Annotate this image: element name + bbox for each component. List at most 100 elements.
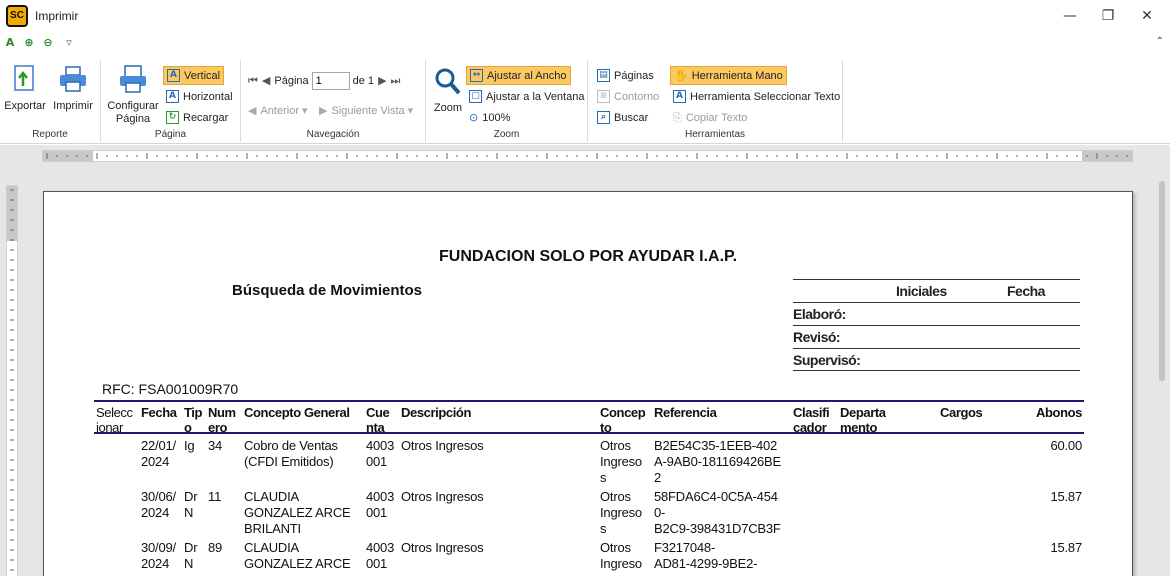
collapse-ribbon-icon[interactable]: ⌃	[1156, 36, 1164, 47]
group-navegacion: ⏮ ◀ Página de 1 ▶ ⏭ ◀Anterior▾ ▶Siguient…	[241, 60, 426, 142]
col-referencia: Referencia	[654, 405, 717, 420]
cell-concepto: Otros Ingreso s	[600, 489, 642, 536]
group-label-reporte: Reporte	[32, 129, 68, 140]
cell-concepto: Otros Ingreso	[600, 540, 642, 571]
group-herramientas: ▤ Páginas ≡ Contorno ⌕ Buscar ✋ Herramienta …	[588, 60, 843, 142]
cell-concepto-general: Cobro de Ventas (CFDI Emitidos)	[244, 438, 338, 469]
ajustar-ancho-button[interactable]: ↔ Ajustar al Ancho	[466, 66, 571, 85]
recargar-button[interactable]: ↻ Recargar	[163, 108, 231, 127]
group-zoom: Zoom ↔ Ajustar al Ancho ▢ Ajustar a la Ven…	[426, 60, 588, 142]
pagina-label: Página	[274, 74, 309, 87]
cell-numero: 34	[208, 438, 223, 453]
cell-concepto: Otros Ingreso s	[600, 438, 642, 485]
last-page-icon[interactable]: ⏭	[391, 74, 401, 88]
col-descripcion: Descripción	[401, 405, 472, 420]
cell-cuenta: 4003 001	[366, 489, 395, 520]
cell-referencia: B2E54C35-1EEB-402 A-9AB0-181169426BE 2	[654, 438, 781, 485]
cell-abonos: 15.87	[1050, 489, 1082, 504]
col-seleccionar: Selecc ionar	[96, 405, 133, 435]
signature-table: Iniciales Fecha Elaboró: Revisó: Supervi…	[793, 279, 1080, 371]
cell-descripcion: Otros Ingresos	[401, 489, 484, 504]
anterior-button[interactable]: ◀ Anterior ▾	[245, 101, 315, 120]
vertical-button[interactable]: A Vertical	[163, 66, 225, 85]
cell-fecha: 30/09/ 2024	[141, 540, 176, 571]
page-number-input[interactable]	[311, 71, 350, 90]
group-label-navegacion: Navegación	[306, 129, 360, 140]
fit-window-icon: ▢	[469, 90, 482, 103]
signature-reviso: Revisó:	[793, 325, 1080, 348]
app-logo: SC	[6, 5, 28, 27]
paginas-button[interactable]: ▤ Páginas	[594, 66, 657, 85]
zoom-out-icon[interactable]: ⊖	[41, 36, 55, 50]
first-page-icon[interactable]: ⏮	[248, 74, 258, 88]
col-concepto-general: Concepto General	[244, 405, 350, 420]
prev-page-icon[interactable]: ◀	[262, 74, 270, 87]
cell-fecha: 22/01/ 2024	[141, 438, 176, 469]
customize-qat-icon[interactable]: ▿	[62, 36, 76, 50]
col-numero: Num ero	[208, 405, 236, 435]
rfc-label: RFC: FSA001009R70	[102, 381, 239, 397]
contorno-button[interactable]: ≡ Contorno	[594, 87, 662, 106]
herramienta-seleccionar-button[interactable]: A Herramienta Seleccionar Texto	[670, 87, 843, 106]
zoom-100-icon: ⊙	[469, 111, 479, 124]
col-cargos: Cargos	[940, 405, 983, 420]
ruler-ticks	[10, 189, 14, 571]
pages-icon: ▤	[597, 69, 610, 82]
col-concepto: Concep to	[600, 405, 646, 435]
copiar-texto-button[interactable]: ⎘ Copiar Texto	[670, 108, 750, 127]
export-icon	[14, 65, 34, 91]
title-bar: SC Imprimir — ❐ ✕	[0, 0, 1170, 32]
reload-icon: ↻	[166, 111, 179, 124]
copy-icon: ⎘	[673, 110, 682, 124]
imprimir-button[interactable]: Imprimir	[50, 64, 96, 113]
cell-concepto-general: CLAUDIA GONZALEZ ARCE BRILANTI	[244, 489, 351, 536]
exportar-button[interactable]: Exportar	[4, 64, 46, 113]
siguiente-vista-button[interactable]: ▶ Siguiente Vista ▾	[316, 101, 420, 120]
col-fecha: Fecha	[141, 405, 177, 420]
herramienta-mano-button[interactable]: ✋ Herramienta Mano	[670, 66, 787, 85]
ribbon: Exportar Imprimir Reporte Configurar Pág…	[0, 56, 1170, 144]
table-header: Selecc ionar Fecha Tip o Num ero Concept…	[94, 400, 1084, 435]
cell-abonos: 60.00	[1050, 438, 1082, 453]
ajustar-ventana-button[interactable]: ▢ Ajustar a la Ventana	[466, 87, 587, 106]
configurar-pagina-button[interactable]: Configurar Página	[105, 64, 161, 126]
vertical-scrollbar[interactable]	[1157, 181, 1167, 576]
group-label-herramientas: Herramientas	[684, 129, 746, 140]
ruler-ticks	[46, 153, 1128, 159]
cell-numero: 89	[208, 540, 223, 555]
find-icon: ⌕	[597, 111, 610, 124]
cell-referencia: F3217048- AD81-4299-9BE2-	[654, 540, 758, 571]
report-title: Búsqueda de Movimientos	[232, 282, 423, 299]
fit-width-icon: ↔	[470, 69, 483, 82]
magnifier-icon	[435, 68, 461, 95]
zoom-in-icon[interactable]: ⊕	[22, 36, 36, 50]
select-text-icon: A	[673, 90, 686, 103]
outline-icon: ≡	[597, 90, 610, 103]
signature-superviso: Supervisó:	[793, 348, 1080, 371]
zoom-button[interactable]: Zoom	[430, 66, 466, 115]
cell-referencia: 58FDA6C4-0C5A-454 0- B2C9-398431D7CB3F	[654, 489, 781, 536]
close-button[interactable]: ✕	[1124, 0, 1170, 32]
col-departamento: Departa mento	[840, 405, 886, 435]
horizontal-button[interactable]: A Horizontal	[163, 87, 236, 106]
landscape-icon: A	[166, 90, 179, 103]
cell-tipo: Dr N	[184, 540, 198, 571]
dropdown-icon: ▾	[302, 104, 308, 117]
cell-tipo: Dr N	[184, 489, 198, 520]
scroll-thumb[interactable]	[1159, 181, 1165, 381]
col-tipo: Tip o	[184, 405, 203, 435]
zoom-100-button[interactable]: ⊙ 100%	[466, 108, 513, 127]
next-page-icon[interactable]: ▶	[378, 74, 386, 87]
forward-icon: ▶	[319, 104, 328, 117]
page-setup-icon	[120, 65, 146, 93]
cell-descripcion: Otros Ingresos	[401, 438, 484, 453]
text-format-icon[interactable]: A	[3, 36, 17, 50]
cell-abonos: 15.87	[1050, 540, 1082, 555]
cell-descripcion: Otros Ingresos	[401, 540, 484, 555]
window-title: Imprimir	[35, 9, 79, 23]
buscar-button[interactable]: ⌕ Buscar	[594, 108, 651, 127]
group-label-zoom: Zoom	[493, 129, 520, 140]
quick-access-toolbar: A ⊕ ⊖ ▿ ⌃	[0, 34, 1170, 54]
preview-area[interactable]: FUNDACION SOLO POR AYUDAR I.A.P. Búsqued…	[0, 145, 1170, 576]
signature-header: Iniciales Fecha	[793, 279, 1080, 302]
